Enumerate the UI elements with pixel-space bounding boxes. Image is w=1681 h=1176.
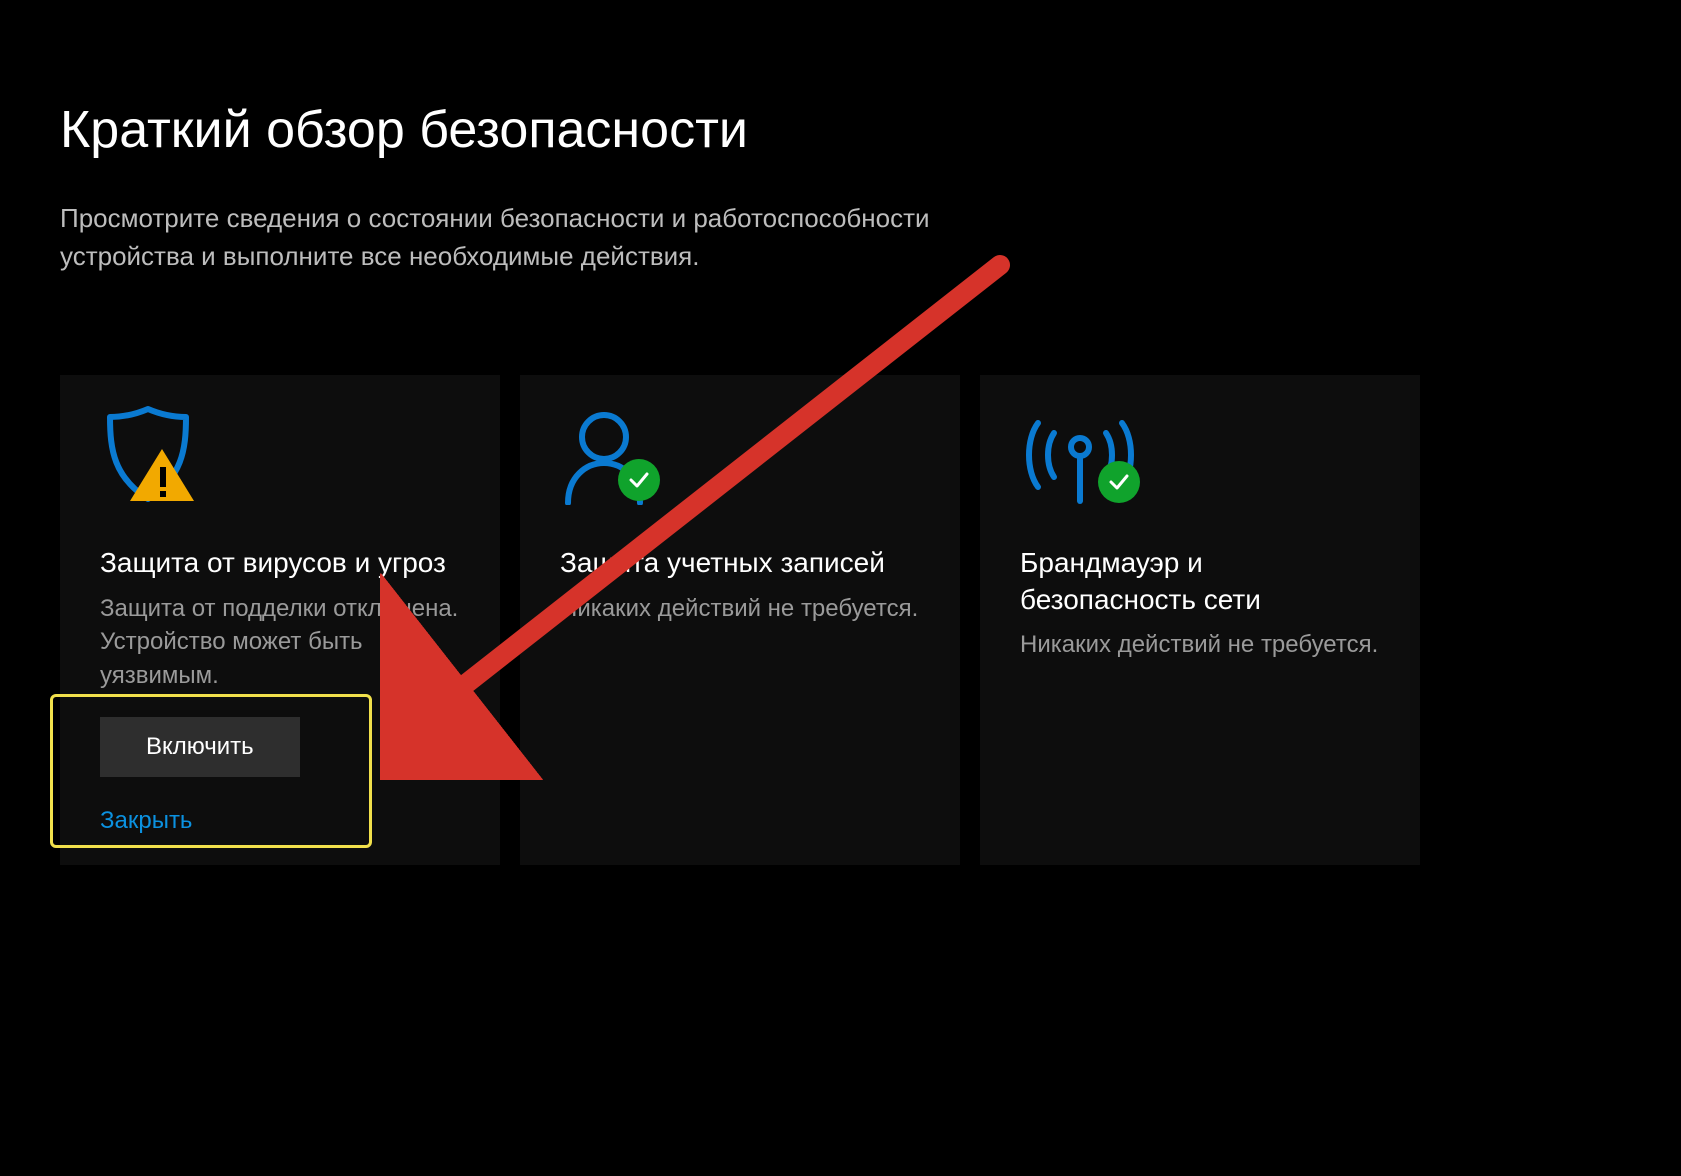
dismiss-link[interactable]: Закрыть [100,807,460,835]
card-description: Защита от подделки отключена. Устройство… [100,592,460,693]
card-firewall-network[interactable]: Брандмауэр и безопасность сети Никаких д… [980,375,1420,864]
cards-row: Защита от вирусов и угроз Защита от подд… [60,375,1621,864]
page-subtitle: Просмотрите сведения о состоянии безопас… [60,200,960,275]
person-icon [560,405,920,505]
shield-warning-icon [100,405,460,505]
card-title: Защита учетных записей [560,545,920,581]
page-title: Краткий обзор безопасности [60,100,1621,160]
card-title: Брандмауэр и безопасность сети [1020,545,1380,618]
security-overview-page: Краткий обзор безопасности Просмотрите с… [0,0,1681,865]
card-virus-threat[interactable]: Защита от вирусов и угроз Защита от подд… [60,375,500,864]
card-description: Никаких действий не требуется. [560,592,920,626]
card-title: Защита от вирусов и угроз [100,545,460,581]
network-icon [1020,405,1380,505]
card-description: Никаких действий не требуется. [1020,628,1380,662]
enable-button[interactable]: Включить [100,717,300,777]
card-account-protection[interactable]: Защита учетных записей Никаких действий … [520,375,960,864]
